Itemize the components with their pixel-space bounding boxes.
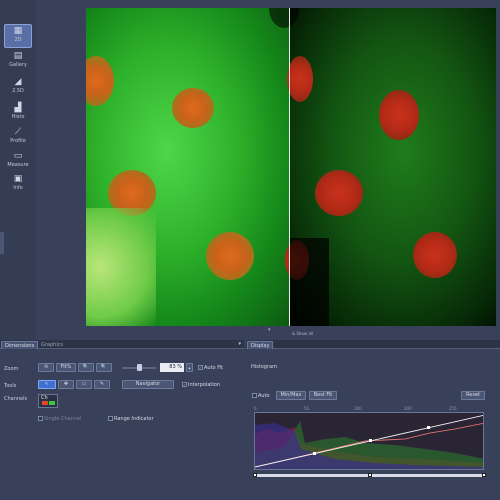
profile-icon: ⟋ [14, 127, 22, 137]
image-viewer[interactable] [86, 8, 496, 326]
nucleus [287, 56, 313, 102]
zoom-slider-handle[interactable] [137, 364, 142, 371]
nucleus [413, 232, 457, 278]
channel-selector[interactable]: Ch [38, 394, 58, 408]
sidebar-item-label: 2D [14, 37, 22, 43]
tab-dimensions[interactable]: Dimensions [1, 341, 39, 349]
gamma-handle[interactable] [368, 473, 372, 477]
min-max-button[interactable]: Min/Max [276, 391, 306, 400]
fluorescence-image-left [86, 8, 289, 326]
single-channel-label: Single Channel [44, 416, 82, 422]
zoom-reset-button[interactable]: ⟲ [38, 363, 54, 372]
histogram-title: Histogram [251, 364, 277, 370]
show-all-toggle[interactable]: & Show all [292, 331, 313, 336]
best-fit-button[interactable]: Best Fit [309, 391, 337, 400]
auto-fit-checkbox[interactable]: ✓ Auto Fit [198, 365, 223, 371]
green-channel-swatch [49, 401, 55, 405]
sidebar-item-2-5d[interactable]: ◢ 2.5D [4, 76, 32, 100]
navigator-button[interactable]: Navigator [122, 380, 174, 389]
white-point-handle[interactable] [482, 473, 486, 477]
range-indicator-label: Range Indicator [114, 416, 154, 422]
histogram-icon: ▟ [14, 103, 22, 113]
measure-icon: ▭ [13, 151, 23, 161]
dimensions-panel: Dimensions Graphics ▾ Zoom ⟲ Fit% 🔍 🔍 83… [0, 340, 244, 500]
zoom-value-field[interactable]: 83 % [160, 363, 184, 372]
curve-handle[interactable] [369, 439, 372, 442]
sidebar-item-label: 2.5D [12, 88, 24, 94]
zoom-in-button[interactable]: 🔍 [78, 363, 94, 372]
curve-handle[interactable] [313, 452, 316, 455]
axis-tick: 50 [304, 406, 310, 411]
nucleus [315, 170, 363, 216]
zoom-fit-button[interactable]: Fit% [56, 363, 76, 372]
sidebar-item-info[interactable]: ▣ Info [4, 173, 32, 197]
axis-tick: 200 [404, 406, 412, 411]
nucleus [379, 90, 419, 140]
curve-handle[interactable] [427, 426, 430, 429]
single-channel-checkbox[interactable]: Single Channel [38, 416, 82, 422]
panel-tabs: Dimensions Graphics ▾ [0, 340, 244, 349]
gallery-icon: ▤ [13, 51, 23, 61]
interpolation-checkbox[interactable]: ✓ Interpolation [182, 382, 220, 388]
sidebar-item-measure[interactable]: ▭ Measure [4, 150, 32, 174]
display-panel: Display Histogram Auto Min/Max Best Fit … [246, 340, 500, 500]
nucleus [108, 170, 156, 216]
sidebar-collapse-handle[interactable] [0, 232, 4, 254]
collapse-arrow-icon[interactable]: ▾ [268, 327, 271, 333]
split-divider[interactable] [289, 8, 290, 326]
black-point-handle[interactable] [253, 473, 257, 477]
tab-graphics[interactable]: Graphics [38, 341, 66, 349]
auto-label: Auto [258, 393, 270, 399]
panel-menu-icon[interactable]: ▾ [238, 341, 241, 347]
grid-icon: ▦ [13, 26, 23, 36]
range-indicator-checkbox[interactable]: Range Indicator [108, 416, 154, 422]
sidebar-item-label: Info [13, 185, 23, 191]
tab-display[interactable]: Display [247, 341, 274, 349]
sidebar-item-label: Measure [7, 162, 29, 168]
checkbox-box: ✓ [182, 382, 187, 387]
reset-button[interactable]: Reset [461, 391, 485, 400]
auto-fit-label: Auto Fit [204, 365, 224, 371]
pan-tool-button[interactable]: ✥ [58, 380, 74, 389]
red-channel-swatch [42, 401, 48, 405]
zoom-out-button[interactable]: 🔍 [96, 363, 112, 372]
sidebar-item-profile[interactable]: ⟋ Profile [4, 126, 32, 150]
draw-tool-button[interactable]: ✎ [94, 380, 110, 389]
checkbox-box: ✓ [198, 365, 203, 370]
pointer-tool-button[interactable]: ↖ [38, 380, 56, 389]
nucleus [86, 238, 108, 280]
sidebar-item-gallery[interactable]: ▤ Gallery [4, 50, 32, 74]
sidebar-item-label: Histo [11, 114, 25, 120]
histogram-graph [255, 414, 483, 469]
checkbox-box [38, 416, 43, 421]
panel-tabs: Display [246, 340, 500, 349]
zoom-label: Zoom [4, 366, 19, 372]
sidebar-item-label: Gallery [9, 62, 27, 68]
axis-tick: 255 [449, 406, 457, 411]
nucleus [172, 88, 214, 128]
checkbox-box [108, 416, 113, 421]
axis-tick: 0 [254, 406, 257, 411]
tools-label: Tools [4, 383, 17, 389]
info-icon: ▣ [13, 174, 23, 184]
surface-icon: ◢ [14, 77, 22, 87]
sidebar-item-2d[interactable]: ▦ 2D [4, 24, 32, 48]
checkbox-box [252, 393, 257, 398]
fluorescence-image-right [269, 8, 496, 326]
region-tool-button[interactable]: ▭ [76, 380, 92, 389]
histogram-plot[interactable] [254, 412, 484, 470]
auto-checkbox[interactable]: Auto [252, 393, 270, 399]
sidebar-item-label: Profile [10, 138, 26, 144]
channels-label: Channels [4, 396, 28, 402]
interpolation-label: Interpolation [188, 382, 220, 388]
nucleus [206, 232, 254, 280]
nucleus [86, 56, 114, 106]
sidebar-item-histo[interactable]: ▟ Histo [4, 102, 32, 126]
zoom-spinner[interactable]: ▴ [186, 363, 193, 372]
axis-tick: 100 [354, 406, 362, 411]
